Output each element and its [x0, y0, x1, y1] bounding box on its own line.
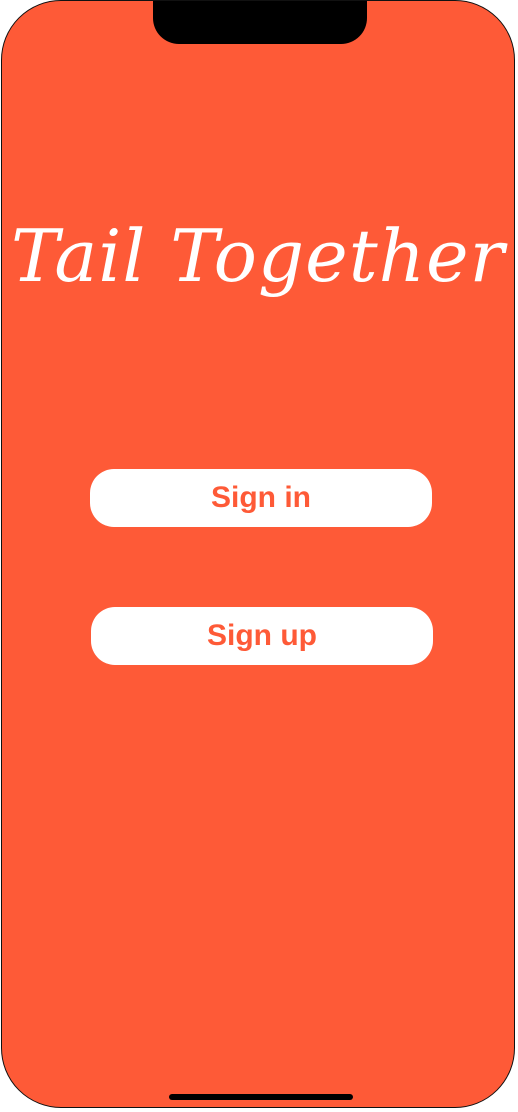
- sign-up-button[interactable]: Sign up: [91, 607, 433, 665]
- phone-screen: Tail Together Sign in Sign up: [1, 0, 515, 1108]
- device-notch: [153, 1, 367, 44]
- home-indicator[interactable]: [169, 1094, 353, 1100]
- app-title: Tail Together: [10, 214, 506, 298]
- sign-in-button[interactable]: Sign in: [90, 469, 432, 527]
